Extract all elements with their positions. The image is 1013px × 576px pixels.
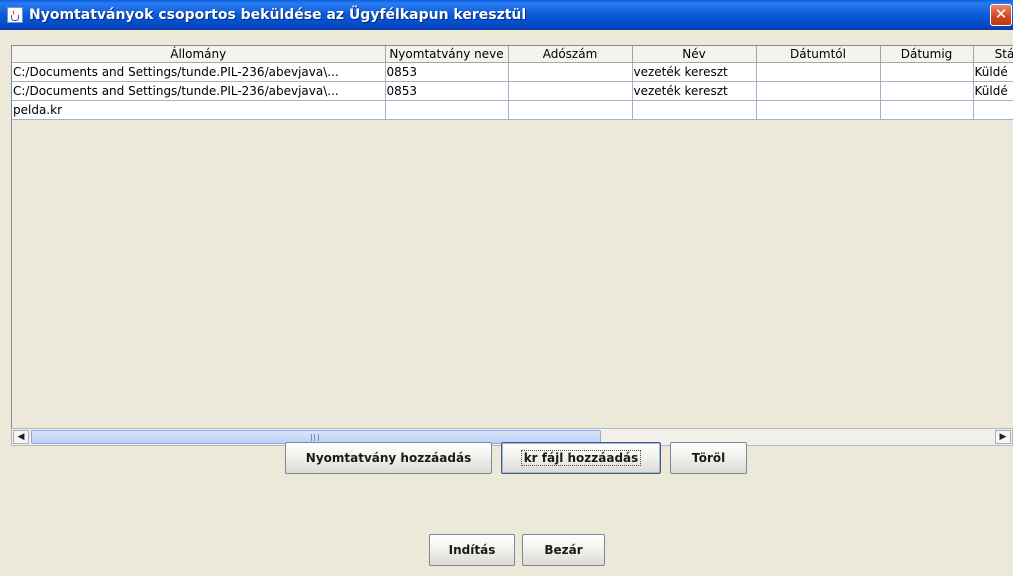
cell-allomany[interactable]: C:/Documents and Settings/tunde.PIL-236/… <box>12 62 386 82</box>
cell-allomany[interactable]: C:/Documents and Settings/tunde.PIL-236/… <box>12 81 386 101</box>
window-client-area: Állomány Nyomtatvány neve Adószám Név Dá… <box>0 30 1013 576</box>
column-header-datumig[interactable]: Dátumig <box>880 46 974 63</box>
column-header-nyomtatvany-neve[interactable]: Nyomtatvány neve <box>385 46 509 63</box>
cell-datumig[interactable] <box>880 100 974 120</box>
scroll-left-icon[interactable]: ◀ <box>13 430 29 444</box>
delete-button[interactable]: Töröl <box>670 442 747 474</box>
add-kr-file-button-label: kr fájl hozzáadás <box>520 450 642 466</box>
delete-button-label: Töröl <box>691 451 726 465</box>
column-header-allomany[interactable]: Állomány <box>12 46 386 63</box>
cell-nyomtatvany-neve[interactable]: 0853 <box>385 62 509 82</box>
table-header-row: Állomány Nyomtatvány neve Adószám Név Dá… <box>12 46 1013 63</box>
add-kr-file-button[interactable]: kr fájl hozzáadás <box>501 442 661 474</box>
cell-datumtol[interactable] <box>756 62 881 82</box>
cell-nev[interactable] <box>632 100 757 120</box>
cell-adoszam[interactable] <box>508 81 633 101</box>
scroll-right-icon[interactable]: ▶ <box>995 430 1011 444</box>
cell-nyomtatvany-neve[interactable]: 0853 <box>385 81 509 101</box>
add-form-button-label: Nyomtatvány hozzáadás <box>305 451 472 465</box>
window-title: Nyomtatványok csoportos beküldése az Ügy… <box>29 7 527 23</box>
cell-datumtol[interactable] <box>756 81 881 101</box>
forms-table-pane[interactable]: Állomány Nyomtatvány neve Adószám Név Dá… <box>11 45 1013 428</box>
close-window-button[interactable]: ✕ <box>990 4 1012 26</box>
grip-icon <box>311 434 319 441</box>
close-button[interactable]: Bezár <box>522 534 605 566</box>
java-cup-icon <box>7 7 23 23</box>
column-header-datumtol[interactable]: Dátumtól <box>756 46 881 63</box>
cell-nev[interactable]: vezeték kereszt <box>632 81 757 101</box>
table-row[interactable]: pelda.kr <box>12 100 1013 120</box>
start-button-label: Indítás <box>448 543 496 557</box>
cell-nyomtatvany-neve[interactable] <box>385 100 509 120</box>
cell-datumig[interactable] <box>880 62 974 82</box>
cell-datumtol[interactable] <box>756 100 881 120</box>
start-button[interactable]: Indítás <box>429 534 515 566</box>
cell-allomany[interactable]: pelda.kr <box>12 100 386 120</box>
forms-table: Állomány Nyomtatvány neve Adószám Név Dá… <box>12 46 1013 120</box>
close-button-label: Bezár <box>544 543 583 557</box>
add-form-button[interactable]: Nyomtatvány hozzáadás <box>285 442 492 474</box>
cell-nev[interactable]: vezeték kereszt <box>632 62 757 82</box>
cell-adoszam[interactable] <box>508 62 633 82</box>
cell-status[interactable] <box>973 100 1013 120</box>
cell-status[interactable]: Küldé <box>973 62 1013 82</box>
column-header-nev[interactable]: Név <box>632 46 757 63</box>
column-header-status[interactable]: Stá <box>973 46 1013 63</box>
cell-status[interactable]: Küldé <box>973 81 1013 101</box>
cell-adoszam[interactable] <box>508 100 633 120</box>
table-row[interactable]: C:/Documents and Settings/tunde.PIL-236/… <box>12 81 1013 101</box>
table-row[interactable]: C:/Documents and Settings/tunde.PIL-236/… <box>12 62 1013 82</box>
column-header-adoszam[interactable]: Adószám <box>508 46 633 63</box>
title-bar: Nyomtatványok csoportos beküldése az Ügy… <box>0 0 1013 30</box>
cell-datumig[interactable] <box>880 81 974 101</box>
